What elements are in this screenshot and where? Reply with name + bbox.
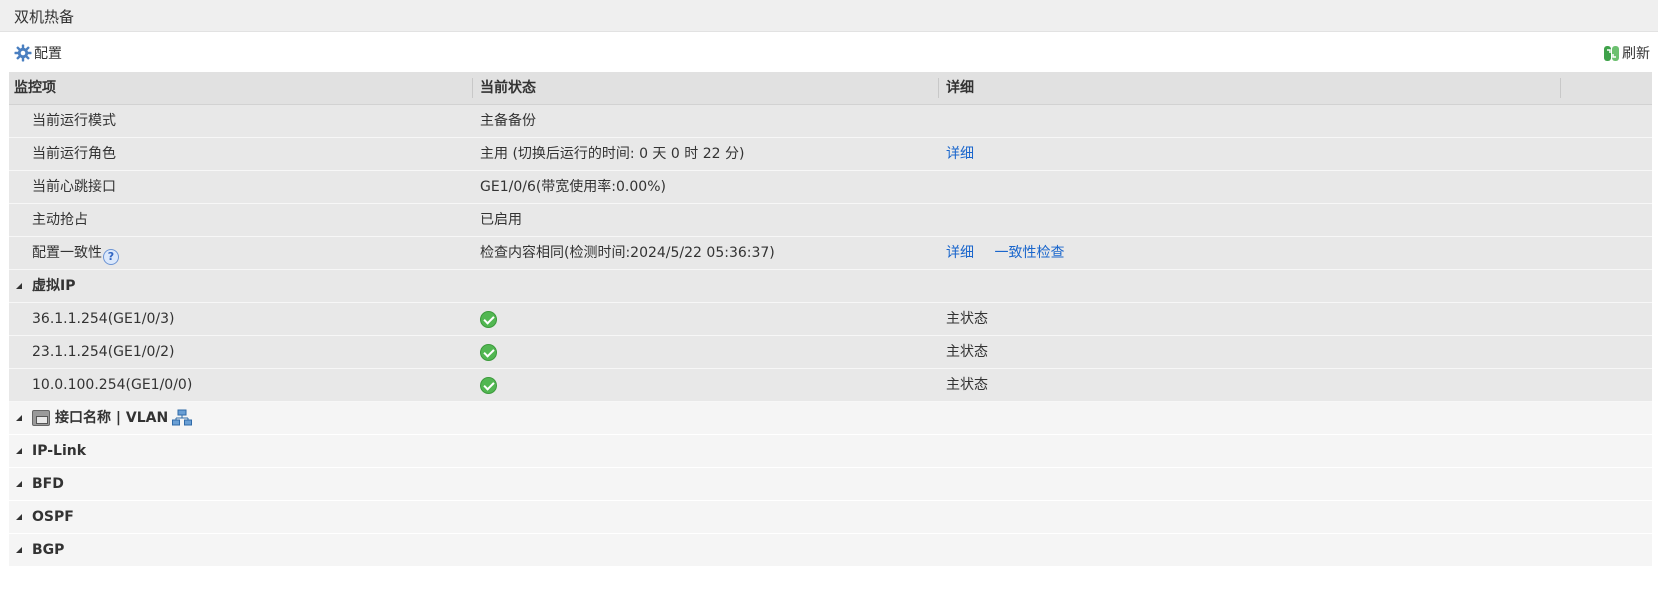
column-header-status[interactable]: 当前状态 — [480, 72, 536, 104]
row-item-with-help: 配置一致性? — [32, 237, 119, 269]
refresh-icon — [1604, 45, 1619, 61]
toolbar: 配置 刷新 — [0, 34, 1658, 72]
detail-link[interactable]: 详细 — [946, 245, 974, 261]
config-button[interactable]: 配置 — [14, 43, 62, 63]
row-status — [480, 369, 497, 401]
row-status: GE1/0/6(带宽使用率:0.00%) — [480, 179, 666, 195]
group-label: BGP — [32, 542, 65, 558]
row-actions: 详细 一致性检查 — [946, 237, 1064, 269]
refresh-label: 刷新 — [1622, 46, 1650, 62]
page-title: 双机热备 — [0, 0, 1658, 32]
group-label: BFD — [32, 476, 64, 492]
row-detail: 主状态 — [946, 311, 988, 327]
row-item: 当前运行模式 — [32, 113, 116, 129]
table-row: 配置一致性? 检查内容相同(检测时间:2024/5/22 05:36:37) 详… — [9, 237, 1652, 270]
row-item: 配置一致性 — [32, 245, 102, 261]
table-row: 当前运行模式 主备备份 — [9, 105, 1652, 138]
group-bgp[interactable]: BGP — [9, 534, 1652, 567]
column-divider[interactable] — [938, 78, 939, 98]
column-header-item[interactable]: 监控项 — [14, 72, 56, 104]
collapse-triangle-icon[interactable] — [16, 415, 22, 421]
row-detail: 主状态 — [946, 344, 988, 360]
ok-check-icon — [480, 310, 497, 328]
group-interface-vlan[interactable]: 接口名称 | VLAN — [9, 402, 1652, 435]
ok-check-icon — [480, 343, 497, 361]
gear-icon — [14, 44, 32, 62]
collapse-triangle-icon[interactable] — [16, 448, 22, 454]
row-item: 36.1.1.254(GE1/0/3) — [32, 311, 175, 327]
row-item: 当前心跳接口 — [32, 179, 116, 195]
consistency-check-link[interactable]: 一致性检查 — [994, 245, 1064, 261]
table-row: 10.0.100.254(GE1/0/0) 主状态 — [9, 369, 1652, 402]
row-detail: 主状态 — [946, 377, 988, 393]
group-bfd[interactable]: BFD — [9, 468, 1652, 501]
group-label: OSPF — [32, 509, 74, 525]
collapse-triangle-icon[interactable] — [16, 547, 22, 553]
row-status — [480, 303, 497, 335]
group-label: 接口名称 | VLAN — [55, 410, 169, 426]
row-status: 已启用 — [480, 212, 522, 228]
row-item: 10.0.100.254(GE1/0/0) — [32, 377, 193, 393]
group-label: 虚拟IP — [32, 278, 76, 294]
group-ip-link[interactable]: IP-Link — [9, 435, 1652, 468]
status-table: 监控项 当前状态 详细 当前运行模式 主备备份 当前运行角色 主用 (切换后运行… — [9, 72, 1652, 567]
column-divider[interactable] — [1560, 78, 1561, 98]
table-row: 当前运行角色 主用 (切换后运行的时间: 0 天 0 时 22 分) 详细 — [9, 138, 1652, 171]
row-status: 检查内容相同(检测时间:2024/5/22 05:36:37) — [480, 245, 775, 261]
group-label: IP-Link — [32, 443, 87, 459]
interface-icon — [32, 410, 50, 426]
table-header: 监控项 当前状态 详细 — [9, 72, 1652, 105]
row-item: 当前运行角色 — [32, 146, 116, 162]
row-status: 主备备份 — [480, 113, 536, 129]
detail-link[interactable]: 详细 — [946, 138, 974, 170]
column-divider[interactable] — [472, 78, 473, 98]
row-item: 23.1.1.254(GE1/0/2) — [32, 344, 175, 360]
config-label: 配置 — [34, 46, 62, 62]
row-status: 主用 (切换后运行的时间: 0 天 0 时 22 分) — [480, 146, 745, 162]
collapse-triangle-icon[interactable] — [16, 283, 22, 289]
table-row: 当前心跳接口 GE1/0/6(带宽使用率:0.00%) — [9, 171, 1652, 204]
collapse-triangle-icon[interactable] — [16, 514, 22, 520]
group-virtual-ip[interactable]: 虚拟IP — [9, 270, 1652, 303]
ok-check-icon — [480, 376, 497, 394]
collapse-triangle-icon[interactable] — [16, 481, 22, 487]
network-icon — [172, 409, 193, 426]
row-status — [480, 336, 497, 368]
group-ospf[interactable]: OSPF — [9, 501, 1652, 534]
table-row: 主动抢占 已启用 — [9, 204, 1652, 237]
table-row: 23.1.1.254(GE1/0/2) 主状态 — [9, 336, 1652, 369]
refresh-button[interactable]: 刷新 — [1603, 43, 1650, 63]
row-item: 主动抢占 — [32, 212, 88, 228]
help-icon[interactable]: ? — [103, 249, 119, 265]
table-row: 36.1.1.254(GE1/0/3) 主状态 — [9, 303, 1652, 336]
column-header-detail[interactable]: 详细 — [946, 72, 974, 104]
